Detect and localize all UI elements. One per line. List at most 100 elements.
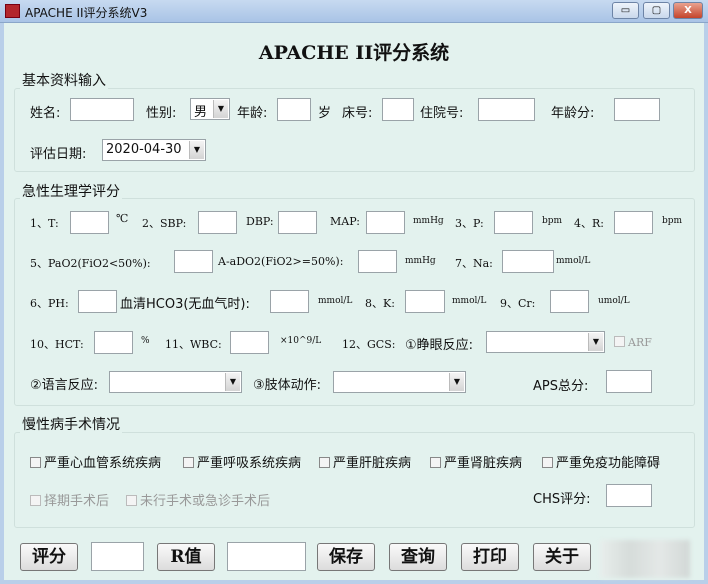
p-unit: bpm bbox=[542, 216, 563, 226]
bp-unit: mmHg bbox=[413, 216, 444, 226]
bed-input[interactable] bbox=[382, 98, 414, 121]
verbal-select[interactable]: ▼ bbox=[109, 371, 242, 393]
respiratory-label: 严重呼吸系统疾病 bbox=[197, 456, 302, 471]
r-value-output[interactable] bbox=[227, 542, 306, 571]
hco3-label: 血清HCO3(无血气时): bbox=[120, 297, 250, 312]
chevron-down-icon: ▼ bbox=[189, 141, 204, 159]
aps-total-label: APS总分: bbox=[533, 379, 589, 394]
close-button[interactable]: X bbox=[673, 2, 703, 19]
motor-select[interactable]: ▼ bbox=[333, 371, 466, 393]
pao2-input[interactable] bbox=[174, 250, 213, 273]
ph-label: 6、PH: bbox=[30, 297, 69, 310]
elective-surgery-checkbox[interactable]: 择期手术后 bbox=[30, 490, 109, 509]
basic-info-legend: 基本资料输入 bbox=[20, 70, 108, 90]
checkbox-icon bbox=[430, 457, 441, 468]
cr-label: 9、Cr: bbox=[500, 297, 536, 310]
admission-input[interactable] bbox=[478, 98, 535, 121]
app-icon bbox=[5, 4, 20, 18]
immune-checkbox[interactable]: 严重免疫功能障碍 bbox=[542, 452, 660, 471]
maximize-button[interactable]: ▢ bbox=[643, 2, 670, 19]
emergency-surgery-checkbox[interactable]: 未行手术或急诊手术后 bbox=[126, 490, 270, 509]
dbp-label: DBP: bbox=[246, 215, 274, 228]
cr-input[interactable] bbox=[550, 290, 589, 313]
t-unit: ℃ bbox=[116, 212, 129, 225]
bed-label: 床号: bbox=[342, 106, 373, 121]
pao2-label: 5、PaO2(FiO2<50%): bbox=[30, 257, 151, 270]
kidney-label: 严重肾脏疾病 bbox=[444, 456, 523, 471]
dbp-input[interactable] bbox=[278, 211, 317, 234]
map-label: MAP: bbox=[330, 215, 360, 228]
kidney-checkbox[interactable]: 严重肾脏疾病 bbox=[430, 452, 522, 471]
score-output[interactable] bbox=[91, 542, 144, 571]
na-input[interactable] bbox=[502, 250, 554, 273]
t-input[interactable] bbox=[70, 211, 109, 234]
print-button[interactable]: 打印 bbox=[461, 543, 519, 571]
na-label: 7、Na: bbox=[455, 257, 493, 270]
hco3-unit: mmol/L bbox=[318, 296, 353, 306]
p-input[interactable] bbox=[494, 211, 533, 234]
chevron-down-icon: ▼ bbox=[213, 100, 228, 118]
k-unit: mmol/L bbox=[452, 296, 487, 306]
r-input[interactable] bbox=[614, 211, 653, 234]
age-input[interactable] bbox=[277, 98, 311, 121]
aado2-input[interactable] bbox=[358, 250, 397, 273]
date-value: 2020-04-30 bbox=[106, 142, 182, 157]
gcs-label: 12、GCS: bbox=[342, 338, 396, 351]
checkbox-icon bbox=[30, 495, 41, 506]
r-value-button[interactable]: R值 bbox=[157, 543, 215, 571]
chronic-group bbox=[14, 432, 695, 528]
respiratory-checkbox[interactable]: 严重呼吸系统疾病 bbox=[183, 452, 301, 471]
save-button[interactable]: 保存 bbox=[317, 543, 375, 571]
wbc-input[interactable] bbox=[230, 331, 269, 354]
k-input[interactable] bbox=[405, 290, 445, 313]
query-button[interactable]: 查询 bbox=[389, 543, 447, 571]
cardio-label: 严重心血管系统疾病 bbox=[44, 456, 162, 471]
age-score-input[interactable] bbox=[614, 98, 660, 121]
blurred-region bbox=[600, 540, 690, 578]
age-label: 年龄: bbox=[237, 106, 268, 121]
r-unit: bpm bbox=[662, 216, 683, 226]
aps-total-input[interactable] bbox=[606, 370, 652, 393]
checkbox-icon bbox=[30, 457, 41, 468]
immune-label: 严重免疫功能障碍 bbox=[556, 456, 661, 471]
checkbox-icon bbox=[183, 457, 194, 468]
chevron-down-icon: ▼ bbox=[449, 373, 464, 391]
date-label: 评估日期: bbox=[30, 147, 87, 162]
sbp-input[interactable] bbox=[198, 211, 237, 234]
motor-label: ③肢体动作: bbox=[253, 378, 322, 393]
na-unit: mmol/L bbox=[556, 256, 591, 266]
name-input[interactable] bbox=[70, 98, 134, 121]
age-score-label: 年龄分: bbox=[551, 106, 595, 121]
cardio-checkbox[interactable]: 严重心血管系统疾病 bbox=[30, 452, 161, 471]
ph-input[interactable] bbox=[78, 290, 117, 313]
aado2-label: A-aDO2(FiO2>=50%): bbox=[218, 255, 344, 268]
score-button[interactable]: 评分 bbox=[20, 543, 78, 571]
age-unit: 岁 bbox=[318, 106, 332, 121]
checkbox-icon bbox=[614, 336, 625, 347]
liver-label: 严重肝脏疾病 bbox=[333, 456, 412, 471]
k-label: 8、K: bbox=[365, 297, 395, 310]
arf-checkbox[interactable]: ARF bbox=[614, 336, 652, 349]
wbc-label: 11、WBC: bbox=[165, 338, 222, 351]
cr-unit: umol/L bbox=[598, 296, 630, 306]
gender-select[interactable]: 男 ▼ bbox=[190, 98, 230, 120]
o2-unit: mmHg bbox=[405, 256, 436, 266]
page-title: APACHE II评分系统 bbox=[258, 42, 450, 64]
admission-label: 住院号: bbox=[420, 106, 464, 121]
hct-unit: % bbox=[141, 336, 150, 346]
checkbox-icon bbox=[126, 495, 137, 506]
date-picker[interactable]: 2020-04-30 ▼ bbox=[102, 139, 206, 161]
eye-select[interactable]: ▼ bbox=[486, 331, 605, 353]
map-input[interactable] bbox=[366, 211, 405, 234]
chs-input[interactable] bbox=[606, 484, 652, 507]
chronic-legend: 慢性病手术情况 bbox=[20, 414, 122, 434]
minimize-button[interactable]: ▭ bbox=[612, 2, 639, 19]
checkbox-icon bbox=[319, 457, 330, 468]
hco3-input[interactable] bbox=[270, 290, 309, 313]
verbal-label: ②语言反应: bbox=[30, 378, 99, 393]
liver-checkbox[interactable]: 严重肝脏疾病 bbox=[319, 452, 411, 471]
r-label: 4、R: bbox=[574, 217, 604, 230]
about-button[interactable]: 关于 bbox=[533, 543, 591, 571]
hct-input[interactable] bbox=[94, 331, 133, 354]
emergency-surgery-label: 未行手术或急诊手术后 bbox=[140, 494, 271, 509]
